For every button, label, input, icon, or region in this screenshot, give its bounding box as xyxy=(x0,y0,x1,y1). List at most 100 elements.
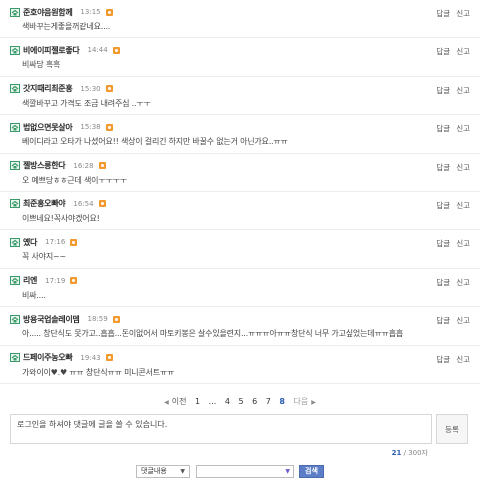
comment-item: 드페이주농오빠 19:43 가와이이♥.♥ ㅠㅠ 창단식ㅠㅠ 미니콘서트ㅠㅠ 답글 신고 xyxy=(0,346,480,384)
report-link[interactable]: 신고 xyxy=(456,201,470,210)
comment-time: 16:54 xyxy=(73,199,94,208)
new-badge-icon xyxy=(112,46,120,54)
search-scope-value: 댓글내용 xyxy=(141,467,167,475)
comment-actions: 답글 신고 xyxy=(436,162,470,173)
comment-time: 15:30 xyxy=(80,84,101,93)
comment-header: 갓지때리최준홍 15:30 xyxy=(10,83,113,95)
report-link[interactable]: 신고 xyxy=(456,86,470,95)
reply-link[interactable]: 답글 xyxy=(436,9,450,18)
comment-actions: 답글 신고 xyxy=(436,200,470,211)
page-link-current[interactable]: 8 xyxy=(279,397,285,406)
comment-author[interactable]: 젤방스릉한다 xyxy=(23,160,66,171)
comment-text: 베이디라고 오타가 나셨어요!! 색상이 걸리긴 하지만 바꿀수 없는거 아닌가… xyxy=(22,137,288,147)
comment-item: 방용국업솔레이뎀 18:59 아..... 창단식도 못가고..흡흡...돈이없어서… xyxy=(0,307,480,346)
report-link[interactable]: 신고 xyxy=(456,239,470,248)
comment-author[interactable]: 최준홍오빠야 xyxy=(23,198,66,209)
comment-header: 리엔 17:19 xyxy=(10,275,78,287)
pagination-prev[interactable]: ◀ 이전 xyxy=(161,397,186,406)
submit-reply-button[interactable]: 등록 xyxy=(436,414,468,444)
reply-link[interactable]: 답글 xyxy=(436,355,450,364)
search-button[interactable]: 검색 xyxy=(299,464,324,478)
comment-actions: 답글 신고 xyxy=(436,277,470,288)
pagination: ◀ 이전 1 ... 4 5 6 7 8 다음 ▶ xyxy=(0,396,480,407)
reply-link[interactable]: 답글 xyxy=(436,278,450,287)
report-link[interactable]: 신고 xyxy=(456,163,470,172)
page-ellipsis: ... xyxy=(208,397,217,406)
comment-time: 17:19 xyxy=(45,276,66,285)
new-badge-icon xyxy=(70,277,78,285)
comment-search: 댓글내용 ▼ ▼ 검색 xyxy=(136,464,324,478)
comment-author[interactable]: 갓지때리최준홍 xyxy=(23,83,73,94)
page-link[interactable]: 5 xyxy=(238,397,243,406)
reply-link[interactable]: 답글 xyxy=(436,316,450,325)
submit-reply-label: 등록 xyxy=(445,424,459,434)
comment-text: 비싸당 흑흑 xyxy=(22,60,61,70)
miniblog-home-icon[interactable] xyxy=(10,161,20,171)
comment-actions: 답글 신고 xyxy=(436,8,470,19)
comment-time: 16:28 xyxy=(73,161,94,170)
reply-link[interactable]: 답글 xyxy=(436,124,450,133)
new-badge-icon xyxy=(98,162,106,170)
comment-author[interactable]: 드페이주농오빠 xyxy=(23,352,73,363)
miniblog-home-icon[interactable] xyxy=(10,199,20,209)
reply-link[interactable]: 답글 xyxy=(436,201,450,210)
comment-actions: 답글 신고 xyxy=(436,85,470,96)
reply-link[interactable]: 답글 xyxy=(436,47,450,56)
page-link[interactable]: 4 xyxy=(225,397,230,406)
comment-author[interactable]: 비에이피젤로좋다 xyxy=(23,45,80,56)
comment-author[interactable]: 준호야음원함께 xyxy=(23,7,73,18)
char-count: 21 xyxy=(391,449,402,457)
comment-text: 꼭 사야지~~ xyxy=(22,252,66,262)
search-button-label: 검색 xyxy=(305,467,318,475)
comment-item: 갓지때리최준홍 15:30 색깔바꾸고 가격도 조금 내려주심 ..ㅜㅜ 답글 신고 xyxy=(0,77,480,116)
comment-actions: 답글 신고 xyxy=(436,315,470,326)
miniblog-home-icon[interactable] xyxy=(10,7,20,17)
miniblog-home-icon[interactable] xyxy=(10,276,20,286)
comment-header: 방용국업솔레이뎀 18:59 xyxy=(10,313,120,325)
search-input[interactable]: ▼ xyxy=(196,464,294,478)
reply-link[interactable]: 답글 xyxy=(436,163,450,172)
page-link[interactable]: 6 xyxy=(252,397,257,406)
comment-section: 준호야음원함께 13:15 색바꾸는게좋을꺼같네요.... 답글 신고 비에이피젤로좋다 1… xyxy=(0,0,480,492)
comment-actions: 답글 신고 xyxy=(436,238,470,249)
reply-link[interactable]: 답글 xyxy=(436,86,450,95)
miniblog-home-icon[interactable] xyxy=(10,84,20,94)
dropdown-arrow-icon: ▼ xyxy=(285,467,290,475)
page-link[interactable]: 7 xyxy=(266,397,271,406)
comment-actions: 답글 신고 xyxy=(436,354,470,365)
comment-text: 색바꾸는게좋을꺼같네요.... xyxy=(22,22,111,31)
comment-item: 최준홍오빠야 16:54 이쁘네요!꼭사야겠어요! 답글 신고 xyxy=(0,192,480,231)
report-link[interactable]: 신고 xyxy=(456,278,470,287)
comment-author[interactable]: 옜다 xyxy=(23,237,37,248)
comment-time: 15:38 xyxy=(80,123,101,132)
miniblog-home-icon[interactable] xyxy=(10,45,20,55)
comment-author[interactable]: 리엔 xyxy=(23,275,37,286)
comment-header: 옜다 17:16 xyxy=(10,236,78,248)
report-link[interactable]: 신고 xyxy=(456,316,470,325)
reply-textarea[interactable]: 로그인을 하셔야 댓글에 글을 쓸 수 있습니다. xyxy=(10,414,432,444)
page-link[interactable]: 1 xyxy=(195,397,200,406)
char-max: / 300자 xyxy=(403,449,428,457)
miniblog-home-icon[interactable] xyxy=(10,353,20,363)
comment-text: 가와이이♥.♥ ㅠㅠ 창단식ㅠㅠ 미니콘서트ㅠㅠ xyxy=(22,367,175,377)
comment-header: 준호야음원함께 13:15 xyxy=(10,6,113,18)
comment-header: 비에이피젤로좋다 14:44 xyxy=(10,44,120,56)
pagination-next[interactable]: 다음 ▶ xyxy=(294,397,319,406)
comment-text: 색깔바꾸고 가격도 조금 내려주심 ..ㅜㅜ xyxy=(22,98,151,108)
report-link[interactable]: 신고 xyxy=(456,355,470,364)
report-link[interactable]: 신고 xyxy=(456,47,470,56)
comment-author[interactable]: 방용국업솔레이뎀 xyxy=(23,314,80,325)
report-link[interactable]: 신고 xyxy=(456,124,470,133)
comment-header: 법없으면못살아 15:38 xyxy=(10,121,113,133)
miniblog-home-icon[interactable] xyxy=(10,314,20,324)
pagination-prev-label: 이전 xyxy=(171,397,187,406)
miniblog-home-icon[interactable] xyxy=(10,122,20,132)
comment-header: 젤방스릉한다 16:28 xyxy=(10,160,106,172)
comment-author[interactable]: 법없으면못살아 xyxy=(23,122,73,133)
reply-link[interactable]: 답글 xyxy=(436,239,450,248)
miniblog-home-icon[interactable] xyxy=(10,237,20,247)
comment-item: 젤방스릉한다 16:28 오 예쁘당ㅎㅎ근데 색이ㅜㅜㅜㅜ 답글 신고 xyxy=(0,154,480,192)
report-link[interactable]: 신고 xyxy=(456,9,470,18)
chevron-right-icon: ▶ xyxy=(311,399,316,406)
search-scope-select[interactable]: 댓글내용 ▼ xyxy=(136,464,190,478)
